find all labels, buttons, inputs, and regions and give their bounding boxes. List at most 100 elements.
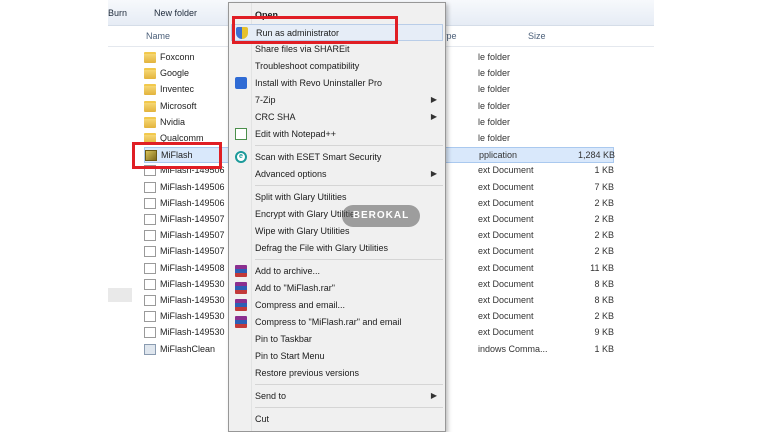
submenu-arrow-icon: ▶	[430, 391, 437, 400]
file-type: pplication	[479, 150, 518, 161]
menu-item-compress-rar-email[interactable]: Compress to "MiFlash.rar" and email	[231, 314, 443, 331]
burn-button[interactable]: Burn	[108, 8, 127, 18]
text-document-icon	[144, 214, 156, 225]
menu-item-crc-sha[interactable]: CRC SHA ▶	[231, 109, 443, 126]
file-type: ext Document	[478, 165, 534, 176]
file-name: MiFlash-149530	[160, 278, 225, 289]
menu-separator	[255, 259, 443, 260]
winrar-icon	[235, 299, 247, 311]
file-name: Microsoft	[160, 100, 197, 111]
menu-item-add-to-rar[interactable]: Add to "MiFlash.rar"	[231, 280, 443, 297]
file-name: Nvidia	[160, 116, 186, 127]
eset-icon: e	[235, 151, 247, 163]
file-name: MiFlash-149507	[160, 246, 225, 257]
text-document-icon	[144, 295, 156, 306]
file-name: MiFlash-149507	[160, 230, 225, 241]
file-type: ext Document	[478, 327, 534, 338]
winrar-icon	[235, 316, 247, 328]
menu-item-pin-taskbar[interactable]: Pin to Taskbar	[231, 331, 443, 348]
revo-uninstaller-icon	[235, 77, 247, 89]
file-type: le folder	[478, 68, 511, 79]
file-name: MiFlash-149506	[160, 181, 225, 192]
menu-separator	[255, 384, 443, 385]
menu-item-revo-uninstaller[interactable]: Install with Revo Uninstaller Pro	[231, 75, 443, 92]
text-document-icon	[144, 197, 156, 209]
menu-item-label: Troubleshoot compatibility	[255, 61, 360, 71]
folder-icon	[144, 84, 156, 96]
file-type: ext Document	[478, 197, 534, 208]
menu-item-add-to-archive[interactable]: Add to archive...	[231, 263, 443, 280]
submenu-arrow-icon: ▶	[430, 112, 437, 121]
file-type: ext Document	[478, 214, 534, 224]
file-name: MiFlash-149507	[160, 214, 225, 224]
menu-item-7zip[interactable]: 7-Zip ▶	[231, 92, 443, 109]
menu-item-advanced-options[interactable]: Advanced options ▶	[231, 166, 443, 183]
menu-item-edit-notepad[interactable]: Edit with Notepad++	[231, 126, 443, 143]
navigation-pane[interactable]	[108, 26, 132, 432]
menu-separator	[255, 185, 443, 186]
run-as-admin-highlight-box	[232, 16, 398, 44]
navigation-pane-strip	[108, 288, 132, 302]
menu-item-send-to[interactable]: Send to ▶	[231, 388, 443, 405]
text-document-icon	[144, 181, 156, 193]
file-size: 11 KB	[590, 262, 614, 273]
file-size: 8 KB	[594, 278, 614, 289]
file-type: le folder	[478, 100, 511, 111]
menu-item-label: Pin to Taskbar	[255, 334, 312, 344]
column-header-size[interactable]: Size	[528, 31, 546, 41]
menu-item-label: Compress and email...	[255, 300, 346, 310]
menu-item-label: Install with Revo Uninstaller Pro	[255, 78, 383, 88]
file-size: 1 KB	[594, 165, 614, 176]
file-size: 2 KB	[594, 230, 614, 241]
menu-item-label: Add to archive...	[255, 266, 321, 276]
column-header-name[interactable]: Name	[146, 31, 170, 41]
menu-item-cut[interactable]: Cut	[231, 411, 443, 428]
file-type: ext Document	[478, 278, 534, 289]
file-type: ext Document	[478, 262, 534, 273]
menu-item-glary-split[interactable]: Split with Glary Utilities	[231, 189, 443, 206]
file-size: 2 KB	[594, 246, 614, 257]
new-folder-button[interactable]: New folder	[154, 8, 197, 18]
submenu-arrow-icon: ▶	[430, 169, 437, 178]
folder-icon	[144, 52, 156, 63]
text-document-icon	[144, 278, 156, 290]
menu-item-label: CRC SHA	[255, 112, 296, 122]
menu-item-restore-versions[interactable]: Restore previous versions	[231, 365, 443, 382]
menu-item-label: Defrag the File with Glary Utilities	[255, 243, 389, 253]
file-size: 8 KB	[594, 295, 614, 305]
file-size: 2 KB	[594, 197, 614, 208]
text-document-icon	[144, 246, 156, 258]
file-type: le folder	[478, 116, 511, 127]
file-type: ext Document	[478, 295, 534, 305]
file-size: 1,284 KB	[577, 150, 615, 161]
menu-item-label: Compress to "MiFlash.rar" and email	[255, 317, 402, 327]
menu-item-label: Cut	[255, 414, 270, 424]
file-type: ext Document	[478, 246, 534, 257]
file-type: ext Document	[478, 311, 534, 322]
file-type: le folder	[478, 133, 511, 143]
menu-item-label: Pin to Start Menu	[255, 351, 325, 361]
file-size: 1 KB	[594, 343, 614, 354]
file-type: le folder	[478, 84, 511, 95]
menu-item-label: Scan with ESET Smart Security	[255, 152, 382, 162]
file-name: MiFlashClean	[160, 343, 216, 354]
menu-item-label: Add to "MiFlash.rar"	[255, 283, 335, 293]
folder-icon	[144, 100, 156, 112]
file-size: 7 KB	[594, 181, 614, 192]
menu-item-glary-defrag[interactable]: Defrag the File with Glary Utilities	[231, 240, 443, 257]
menu-item-label: Share files via SHAREit	[255, 44, 350, 54]
folder-icon	[144, 116, 156, 128]
file-size: 9 KB	[594, 327, 614, 338]
menu-item-label: Advanced options	[255, 169, 327, 179]
menu-item-label: Restore previous versions	[255, 368, 360, 378]
folder-icon	[144, 68, 156, 80]
menu-item-eset-scan[interactable]: e Scan with ESET Smart Security	[231, 149, 443, 166]
menu-item-label: Split with Glary Utilities	[255, 192, 347, 202]
menu-item-troubleshoot[interactable]: Troubleshoot compatibility	[231, 58, 443, 75]
file-size: 2 KB	[594, 311, 614, 322]
miflash-highlight-box	[132, 142, 222, 169]
menu-item-pin-start[interactable]: Pin to Start Menu	[231, 348, 443, 365]
file-type: indows Comma...	[478, 343, 548, 354]
menu-separator	[255, 145, 443, 146]
menu-item-compress-email[interactable]: Compress and email...	[231, 297, 443, 314]
